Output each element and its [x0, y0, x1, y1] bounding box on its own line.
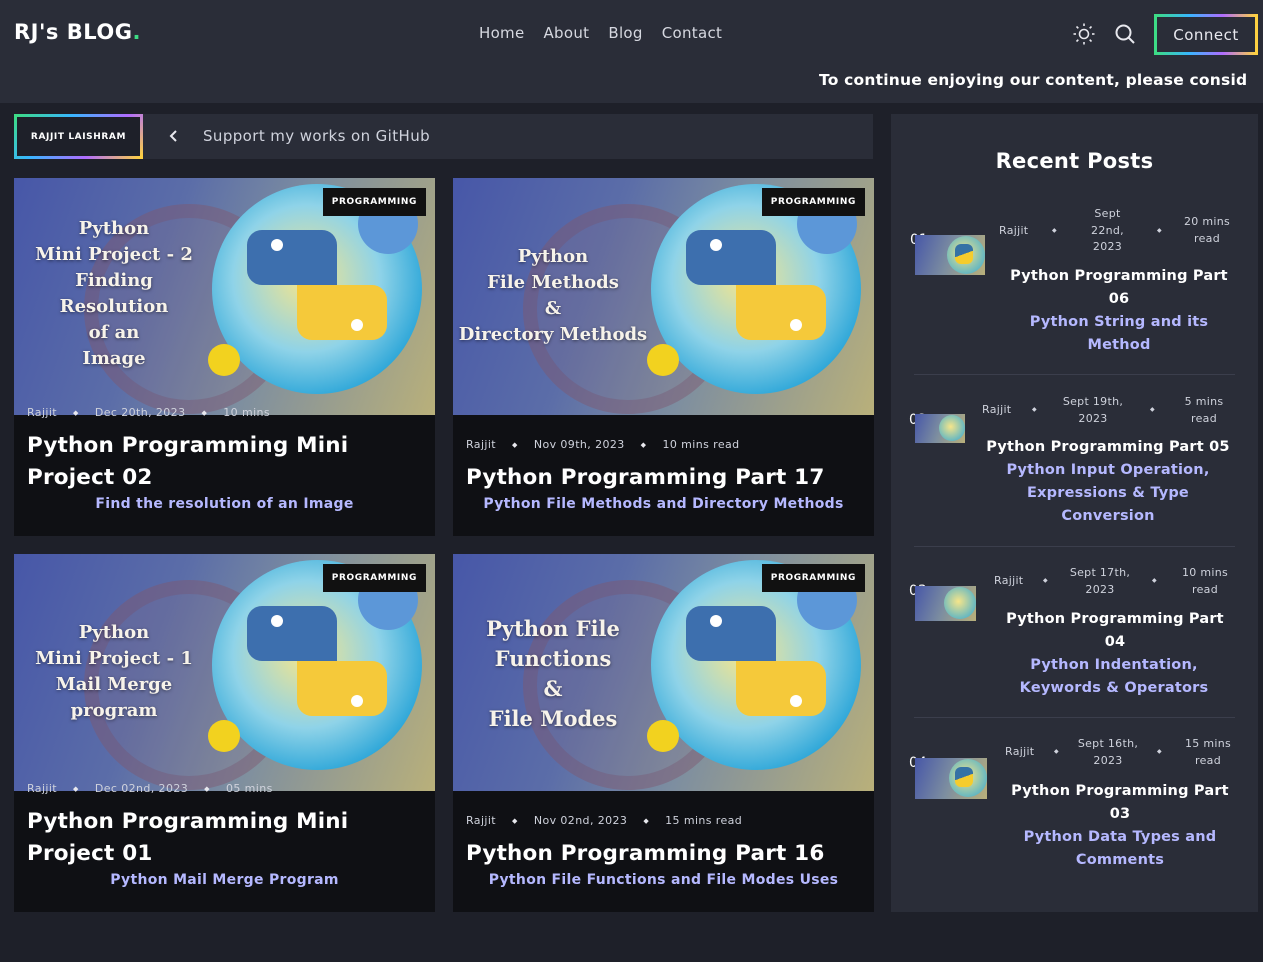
- search-icon[interactable]: [1113, 22, 1137, 46]
- post-title[interactable]: Python Programming Mini Project 02: [27, 430, 422, 494]
- post-subtitle: Python Mail Merge Program: [110, 872, 339, 888]
- post-author: Rajjit: [27, 406, 58, 419]
- support-link[interactable]: Support my works on GitHub: [203, 127, 430, 145]
- recent-post-read-time: 15 mins read: [1184, 737, 1232, 767]
- post-meta: Rajjit ◆ Nov 02nd, 2023 ◆ 15 mins read: [466, 814, 743, 827]
- category-badge[interactable]: PROGRAMMING: [322, 188, 426, 216]
- post-author: Rajjit: [27, 782, 58, 795]
- post-subtitle: Python File Methods and Directory Method…: [483, 496, 844, 512]
- recent-post-item[interactable]: 04 Rajjit ◆ Sept 16th, 2023 ◆ 15 mins re…: [891, 728, 1258, 898]
- divider: [914, 374, 1235, 375]
- thumbnail-text: Python File Functions & File Modes: [486, 616, 620, 731]
- recent-posts-sidebar: Recent Posts 01 Rajjit ◆ Sept 22nd, 2023…: [891, 114, 1258, 912]
- author-tag[interactable]: RAJJIT LAISHRAM: [14, 114, 143, 159]
- thumbnail-text: Python Mini Project - 2 Finding Resolution o…: [35, 218, 193, 369]
- post-title[interactable]: Python Programming Part 17: [466, 462, 861, 494]
- recent-post-title[interactable]: Python Programming Part 05: [983, 436, 1233, 459]
- post-date: Nov 02nd, 2023: [533, 814, 628, 827]
- post-author: Rajjit: [466, 814, 497, 827]
- post-read-time: 10 mins read: [662, 438, 740, 451]
- main-nav: Home About Blog Contact: [479, 24, 722, 42]
- recent-post-thumbnail[interactable]: [915, 586, 976, 621]
- divider: [914, 717, 1235, 718]
- recent-post-thumbnail[interactable]: [915, 414, 965, 443]
- post-card[interactable]: Python Mini Project - 2 Finding Resolution o…: [14, 178, 435, 536]
- recent-post-thumbnail[interactable]: [915, 758, 987, 799]
- chevron-left-icon[interactable]: [166, 127, 182, 145]
- post-date: Dec 02nd, 2023: [94, 782, 189, 795]
- post-author: Rajjit: [466, 438, 497, 451]
- category-badge[interactable]: PROGRAMMING: [761, 188, 865, 216]
- recent-post-item[interactable]: 02 Rajjit ◆ Sept 19th, 2023 ◆ 5 mins rea…: [891, 384, 1258, 544]
- site-logo[interactable]: RJ's BLOG.: [14, 20, 141, 44]
- post-thumbnail[interactable]: Python Mini Project - 2 Finding Resolution o…: [14, 178, 435, 415]
- category-badge[interactable]: PROGRAMMING: [761, 564, 865, 592]
- nav-contact[interactable]: Contact: [662, 24, 722, 42]
- post-read-time: 15 mins read: [665, 814, 743, 827]
- post-meta: Rajjit ◆ Dec 02nd, 2023 ◆ 05 mins: [27, 782, 273, 795]
- post-meta: Rajjit ◆ Dec 20th, 2023 ◆ 10 mins: [27, 406, 271, 419]
- recent-post-author: Rajjit: [999, 224, 1029, 237]
- post-meta: Rajjit ◆ Nov 09th, 2023 ◆ 10 mins read: [466, 438, 740, 451]
- recent-post-read-time: 10 mins read: [1181, 566, 1229, 596]
- recent-post-subtitle: Python Input Operation, Expressions & Ty…: [1006, 462, 1210, 524]
- recent-post-title[interactable]: Python Programming Part 06: [999, 265, 1239, 311]
- recent-post-read-time: 20 mins read: [1183, 215, 1231, 245]
- top-navbar: RJ's BLOG. Home About Blog Contact Conne…: [0, 0, 1263, 103]
- recent-post-subtitle: Python Indentation, Keywords & Operators: [1019, 657, 1209, 696]
- post-read-time: 05 mins: [225, 782, 273, 795]
- post-date: Nov 09th, 2023: [533, 438, 625, 451]
- recent-post-title[interactable]: Python Programming Part 03: [1000, 780, 1240, 826]
- recent-post-item[interactable]: 01 Rajjit ◆ Sept 22nd, 2023 ◆ 20 mins re…: [891, 204, 1258, 364]
- recent-post-author: Rajjit: [1005, 745, 1035, 758]
- post-title[interactable]: Python Programming Mini Project 01: [27, 806, 422, 870]
- recent-post-read-time: 5 mins read: [1184, 395, 1224, 425]
- post-thumbnail[interactable]: Python Mini Project - 1 Mail Merge program …: [14, 554, 435, 791]
- post-card[interactable]: Python File Functions & File Modes PROGRAMM…: [453, 554, 874, 912]
- recent-post-author: Rajjit: [994, 574, 1024, 587]
- post-thumbnail[interactable]: Python File Functions & File Modes PROGRAMM…: [453, 554, 874, 791]
- support-bar: RAJJIT LAISHRAM Support my works on GitH…: [14, 114, 873, 159]
- category-badge[interactable]: PROGRAMMING: [322, 564, 426, 592]
- post-card[interactable]: Python Mini Project - 1 Mail Merge program …: [14, 554, 435, 912]
- sun-icon[interactable]: [1072, 22, 1096, 46]
- recent-post-subtitle: Python String and its Method: [1029, 314, 1209, 353]
- connect-button[interactable]: Connect: [1154, 14, 1258, 55]
- announcement-ticker: To continue enjoying our content, please…: [819, 71, 1248, 89]
- recent-post-author: Rajjit: [982, 403, 1012, 416]
- nav-blog[interactable]: Blog: [608, 24, 642, 42]
- recent-post-date: Sept 16th, 2023: [1077, 737, 1139, 767]
- recent-posts-heading: Recent Posts: [995, 149, 1154, 173]
- thumbnail-text: Python Mini Project - 1 Mail Merge program: [35, 622, 193, 721]
- post-thumbnail[interactable]: Python File Methods & Directory Methods PRO…: [453, 178, 874, 415]
- nav-home[interactable]: Home: [479, 24, 525, 42]
- post-card[interactable]: Python File Methods & Directory Methods PRO…: [453, 178, 874, 536]
- post-subtitle: Python File Functions and File Modes Use…: [488, 872, 839, 888]
- recent-post-thumbnail[interactable]: [915, 235, 985, 275]
- recent-post-subtitle: Python Data Types and Comments: [1023, 829, 1217, 868]
- recent-post-date: Sept 22nd, 2023: [1091, 207, 1124, 253]
- post-title[interactable]: Python Programming Part 16: [466, 838, 861, 870]
- thumbnail-text: Python File Methods & Directory Methods: [458, 246, 648, 345]
- post-subtitle: Find the resolution of an Image: [95, 496, 354, 512]
- recent-post-date: Sept 17th, 2023: [1069, 566, 1131, 596]
- post-read-time: 10 mins: [223, 406, 271, 419]
- post-date: Dec 20th, 2023: [94, 406, 186, 419]
- recent-post-date: Sept 19th, 2023: [1062, 395, 1124, 425]
- recent-post-title[interactable]: Python Programming Part 04: [995, 608, 1235, 654]
- recent-post-item[interactable]: 03 Rajjit ◆ Sept 17th, 2023 ◆ 10 mins re…: [891, 556, 1258, 716]
- nav-about[interactable]: About: [544, 24, 590, 42]
- divider: [914, 546, 1235, 547]
